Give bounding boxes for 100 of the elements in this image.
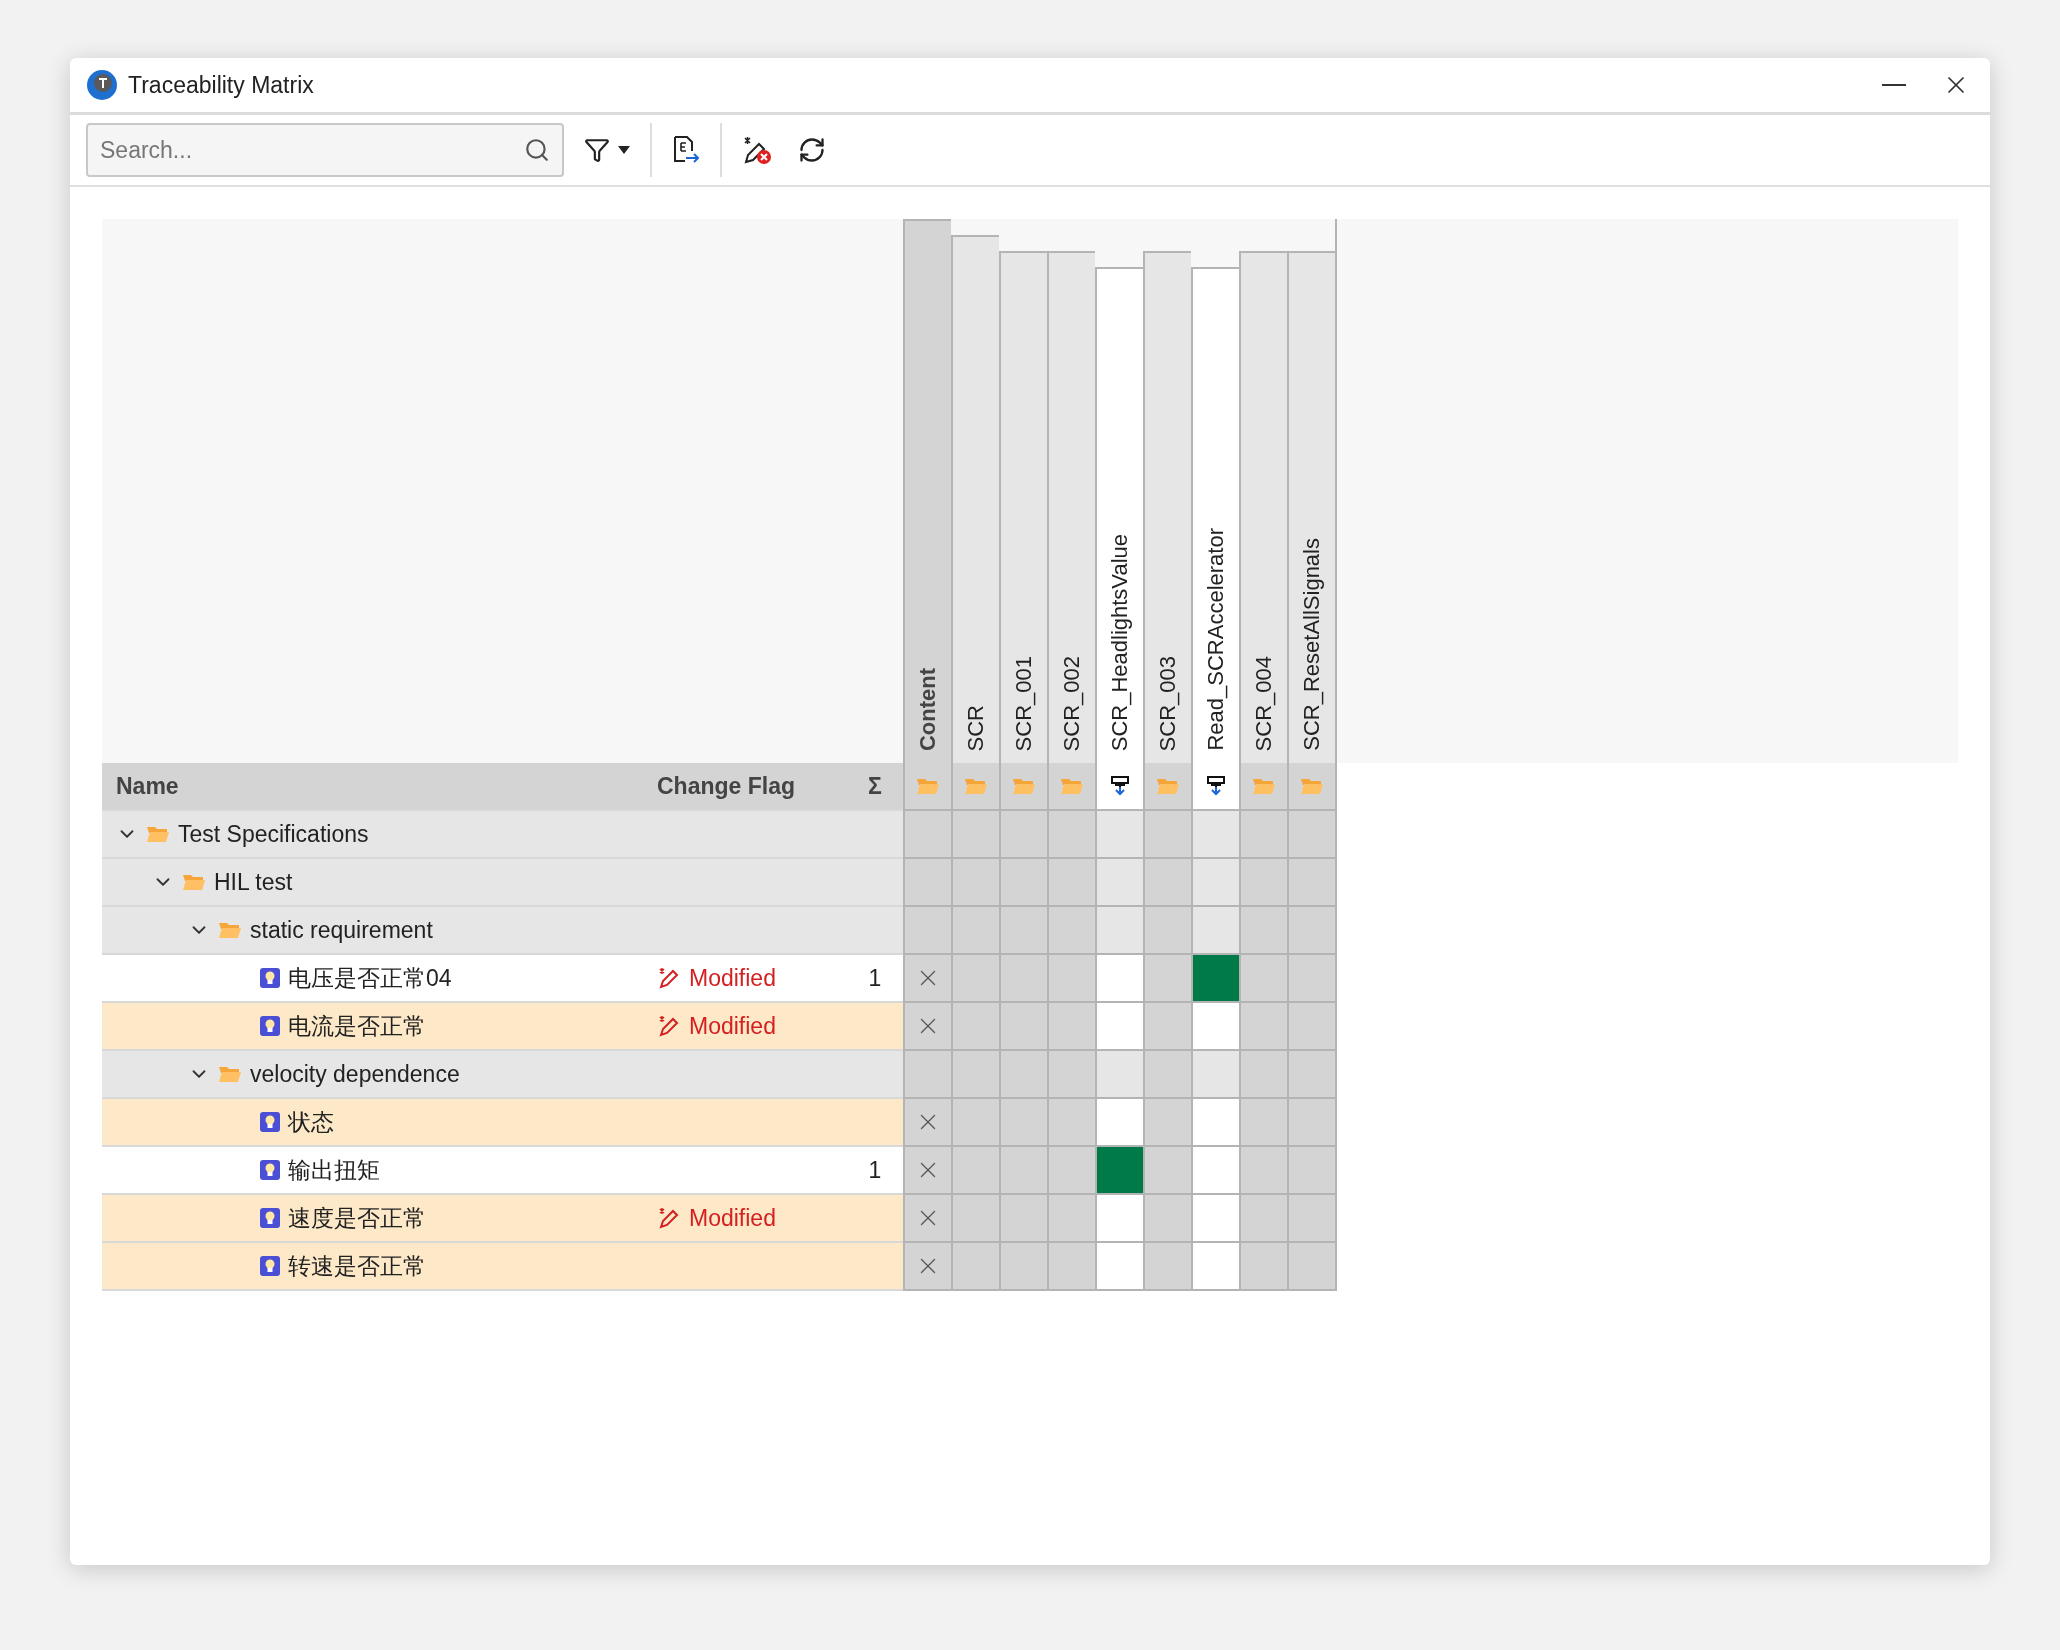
matrix-cell[interactable]: [1143, 1099, 1191, 1147]
matrix-cell[interactable]: [1287, 1099, 1335, 1147]
matrix-cell[interactable]: [999, 907, 1047, 955]
matrix-cell[interactable]: [903, 1099, 951, 1147]
matrix-cell[interactable]: [951, 1243, 999, 1291]
matrix-cell[interactable]: [1095, 859, 1143, 907]
matrix-cell[interactable]: [1287, 907, 1335, 955]
matrix-cell[interactable]: [999, 1099, 1047, 1147]
matrix-cell[interactable]: [903, 1051, 951, 1099]
matrix-cell[interactable]: [1047, 1051, 1095, 1099]
matrix-cell[interactable]: [1143, 1051, 1191, 1099]
matrix-cell[interactable]: [999, 1147, 1047, 1195]
matrix-cell[interactable]: [951, 811, 999, 859]
matrix-cell[interactable]: [951, 1099, 999, 1147]
column-header[interactable]: SCR_002: [1047, 251, 1095, 763]
tree-row[interactable]: 状态: [102, 1099, 903, 1147]
matrix-cell[interactable]: [999, 811, 1047, 859]
matrix-cell[interactable]: [1095, 1243, 1143, 1291]
matrix-cell[interactable]: [1287, 955, 1335, 1003]
matrix-cell[interactable]: [1191, 1195, 1239, 1243]
matrix-cell[interactable]: [1239, 811, 1287, 859]
matrix-cell[interactable]: [1191, 811, 1239, 859]
matrix-cell[interactable]: [903, 955, 951, 1003]
matrix-cell[interactable]: [1239, 1147, 1287, 1195]
matrix-cell[interactable]: [1239, 955, 1287, 1003]
column-header[interactable]: SCR_HeadlightsValue: [1095, 267, 1143, 763]
matrix-cell[interactable]: [1191, 1051, 1239, 1099]
tree-row[interactable]: Test Specifications: [102, 811, 903, 859]
matrix-cell[interactable]: [1143, 859, 1191, 907]
matrix-cell[interactable]: [1239, 907, 1287, 955]
column-header[interactable]: Read_SCRAccelerator: [1191, 267, 1239, 763]
matrix-cell[interactable]: [1047, 1147, 1095, 1195]
matrix-cell[interactable]: [1287, 1147, 1335, 1195]
matrix-cell[interactable]: [1287, 1195, 1335, 1243]
matrix-cell[interactable]: [1047, 859, 1095, 907]
column-header[interactable]: SCR_003: [1143, 251, 1191, 763]
matrix-cell[interactable]: [1095, 1195, 1143, 1243]
tree-row[interactable]: 速度是否正常 Modified: [102, 1195, 903, 1243]
matrix-cell[interactable]: [1191, 1003, 1239, 1051]
matrix-cell[interactable]: [903, 1243, 951, 1291]
matrix-cell[interactable]: [1143, 1147, 1191, 1195]
matrix-cell[interactable]: [951, 1147, 999, 1195]
matrix-cell[interactable]: [1191, 1099, 1239, 1147]
matrix-cell[interactable]: [903, 1003, 951, 1051]
link-cell[interactable]: [1095, 1147, 1143, 1195]
matrix-cell[interactable]: [903, 859, 951, 907]
column-header[interactable]: SCR_ResetAllSignals: [1287, 251, 1335, 763]
matrix-cell[interactable]: [951, 1003, 999, 1051]
matrix-cell[interactable]: [999, 1195, 1047, 1243]
tree-row[interactable]: static requirement: [102, 907, 903, 955]
matrix-cell[interactable]: [1239, 1243, 1287, 1291]
matrix-cell[interactable]: [999, 1003, 1047, 1051]
column-header[interactable]: SCR: [951, 235, 999, 763]
matrix-cell[interactable]: [1143, 1243, 1191, 1291]
tree-row[interactable]: 电流是否正常 Modified: [102, 1003, 903, 1051]
matrix-cell[interactable]: [1287, 1003, 1335, 1051]
matrix-cell[interactable]: [951, 1195, 999, 1243]
matrix-cell[interactable]: [1239, 1003, 1287, 1051]
matrix-cell[interactable]: [1287, 811, 1335, 859]
matrix-cell[interactable]: [951, 859, 999, 907]
matrix-cell[interactable]: [1191, 907, 1239, 955]
matrix-cell[interactable]: [1143, 1003, 1191, 1051]
matrix-cell[interactable]: [1047, 1195, 1095, 1243]
tree-row[interactable]: 转速是否正常: [102, 1243, 903, 1291]
matrix-cell[interactable]: [1239, 1051, 1287, 1099]
matrix-cell[interactable]: [951, 955, 999, 1003]
matrix-cell[interactable]: [951, 1051, 999, 1099]
tree-row[interactable]: velocity dependence: [102, 1051, 903, 1099]
matrix-cell[interactable]: [903, 907, 951, 955]
matrix-cell[interactable]: [1191, 1243, 1239, 1291]
matrix-cell[interactable]: [999, 1051, 1047, 1099]
matrix-cell[interactable]: [903, 811, 951, 859]
matrix-cell[interactable]: [1239, 859, 1287, 907]
matrix-cell[interactable]: [1143, 811, 1191, 859]
matrix-cell[interactable]: [1095, 1051, 1143, 1099]
matrix-cell[interactable]: [1239, 1195, 1287, 1243]
matrix-cell[interactable]: [1143, 907, 1191, 955]
matrix-cell[interactable]: [1287, 1243, 1335, 1291]
matrix-cell[interactable]: [1191, 859, 1239, 907]
matrix-cell[interactable]: [1047, 955, 1095, 1003]
search-field[interactable]: Search...: [86, 123, 564, 177]
matrix-cell[interactable]: [1095, 1099, 1143, 1147]
matrix-cell[interactable]: [1047, 907, 1095, 955]
column-header[interactable]: SCR_001: [999, 251, 1047, 763]
matrix-cell[interactable]: [951, 907, 999, 955]
matrix-cell[interactable]: [1095, 907, 1143, 955]
matrix-cell[interactable]: [903, 1147, 951, 1195]
matrix-cell[interactable]: [1047, 1243, 1095, 1291]
tree-row[interactable]: HIL test: [102, 859, 903, 907]
matrix-cell[interactable]: [999, 1243, 1047, 1291]
matrix-cell[interactable]: [1095, 811, 1143, 859]
matrix-cell[interactable]: [1143, 1195, 1191, 1243]
matrix-cell[interactable]: [999, 859, 1047, 907]
column-header[interactable]: SCR_004: [1239, 251, 1287, 763]
matrix-cell[interactable]: [1287, 859, 1335, 907]
matrix-cell[interactable]: [1095, 955, 1143, 1003]
matrix-cell[interactable]: [903, 1195, 951, 1243]
matrix-cell[interactable]: [1095, 1003, 1143, 1051]
matrix-cell[interactable]: [1191, 1147, 1239, 1195]
link-cell[interactable]: [1191, 955, 1239, 1003]
